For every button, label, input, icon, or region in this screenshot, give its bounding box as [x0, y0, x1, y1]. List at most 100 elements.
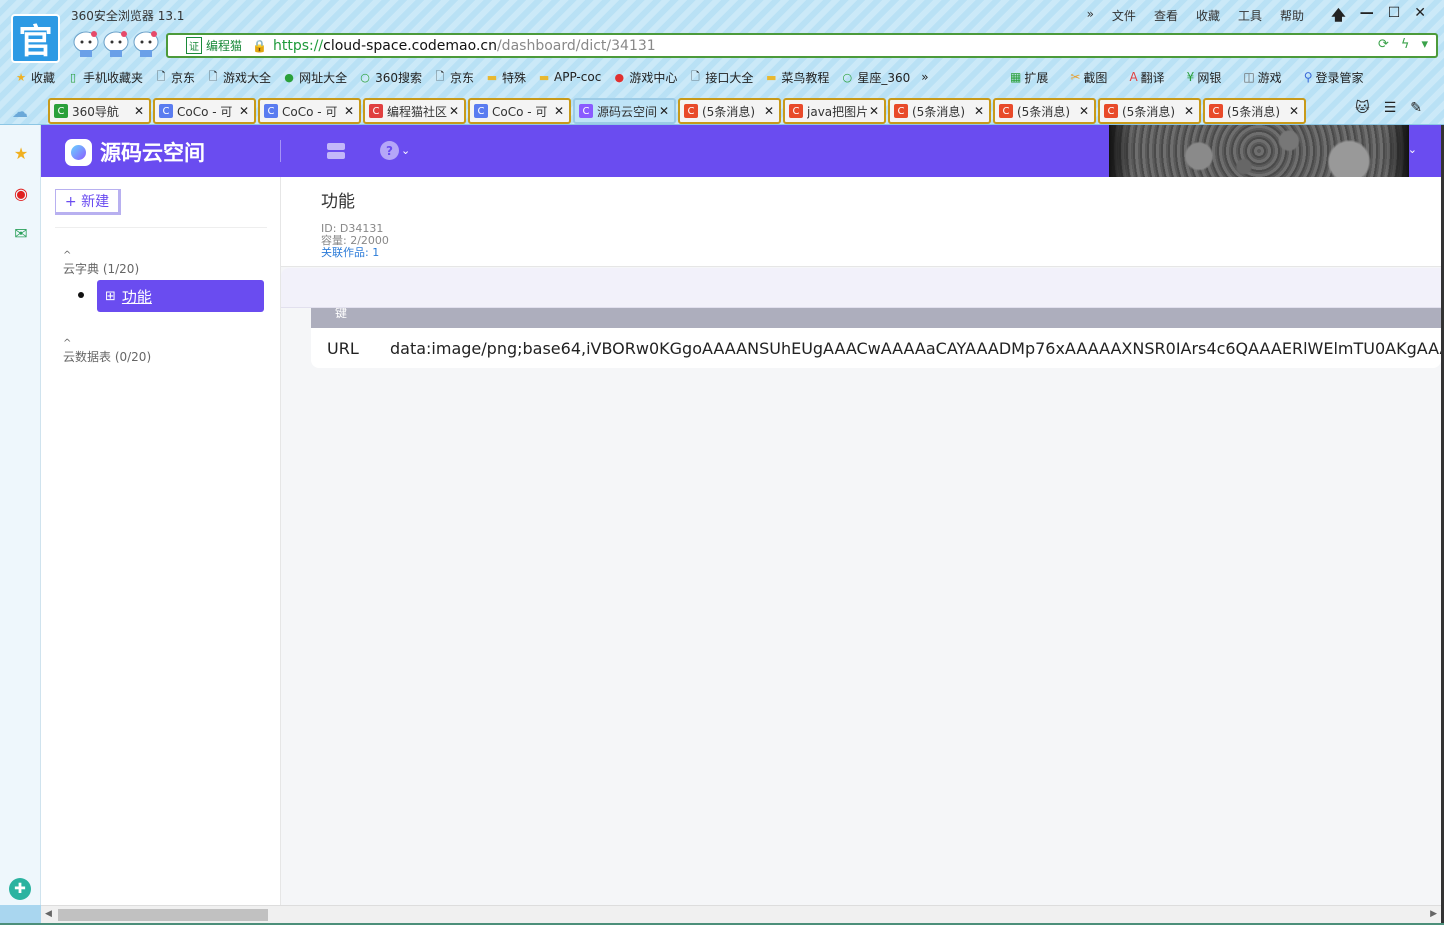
weibo-icon[interactable]: ◉: [11, 183, 31, 203]
tool-login[interactable]: ⚲ 登录管家: [1304, 69, 1364, 86]
phone-icon: ▯: [69, 70, 77, 84]
tool-game[interactable]: ◫ 游戏: [1243, 69, 1281, 86]
tab-8[interactable]: C (5条消息) ✕: [888, 98, 991, 124]
site-identity[interactable]: 证 编程猫: [186, 37, 242, 54]
bookmark-api[interactable]: 🗋 接口大全: [688, 69, 753, 86]
tab-10[interactable]: C (5条消息) ✕: [1098, 98, 1201, 124]
bookmark-360search[interactable]: ○ 360搜索: [358, 69, 422, 86]
menu-file[interactable]: 文件: [1112, 7, 1136, 24]
close-icon[interactable]: ✕: [239, 104, 249, 118]
help-menu[interactable]: ? ⌄: [380, 141, 410, 160]
tool-bank[interactable]: ¥ 网银: [1187, 69, 1222, 86]
bank-icon: ¥: [1186, 70, 1195, 84]
menu-more[interactable]: »: [1087, 7, 1094, 24]
add-sidebar-icon[interactable]: ✚: [9, 878, 31, 900]
tab-label: (5条消息): [1122, 104, 1175, 119]
close-icon[interactable]: ✕: [869, 104, 879, 118]
new-button[interactable]: + 新建: [55, 189, 121, 215]
bookmark-special[interactable]: ▬ 特殊: [485, 69, 526, 86]
tab-5[interactable]: C 源码云空间 ✕: [573, 98, 676, 124]
bookmark-jd[interactable]: 🗋 京东: [154, 69, 195, 86]
tab-11[interactable]: C (5条消息) ✕: [1203, 98, 1306, 124]
bookmark-runoob[interactable]: ▬ 菜鸟教程: [764, 69, 829, 86]
close-icon[interactable]: ✕: [1289, 104, 1299, 118]
horizontal-scrollbar[interactable]: ◀ ▶: [41, 905, 1441, 923]
star-icon[interactable]: ★: [11, 143, 31, 163]
close-button[interactable]: ✕: [1414, 5, 1426, 29]
bookmarks-bar: ★ 收藏 ▯ 手机收藏夹 🗋 京东 🗋 游戏大全 ● 网址大全 ○ 360搜索 🗋 京东 ▬ 特…: [14, 66, 940, 88]
close-icon[interactable]: ✕: [134, 104, 144, 118]
scroll-thumb[interactable]: [58, 909, 268, 921]
address-actions: ⟳ ϟ ▾: [1378, 37, 1428, 52]
divider: [55, 227, 267, 228]
user-menu-chevron-icon[interactable]: ⌄: [1408, 143, 1417, 156]
list-icon[interactable]: ☰: [1384, 100, 1397, 116]
close-icon[interactable]: ✕: [449, 104, 459, 118]
scroll-left-icon[interactable]: ◀: [45, 909, 52, 919]
address-bar[interactable]: 证 编程猫 🔒 https://cloud-space.codemao.cn/d…: [166, 33, 1438, 58]
tab-9[interactable]: C (5条消息) ✕: [993, 98, 1096, 124]
linked-works-link[interactable]: 关联作品: 1: [321, 247, 389, 259]
close-icon[interactable]: ✕: [659, 104, 669, 118]
mail-icon[interactable]: ✉: [11, 223, 31, 243]
pin-icon[interactable]: 🡅: [1331, 5, 1345, 29]
tab-label: CoCo - 可: [282, 104, 338, 119]
close-icon[interactable]: ✕: [974, 104, 984, 118]
menu-tools[interactable]: 工具: [1238, 7, 1262, 24]
brand[interactable]: 源码云空间: [65, 137, 205, 167]
globe-icon: ●: [284, 70, 294, 84]
left-panel: + 新建 ^ 云字典 (1/20) ⊞ 功能 ^ 云数据表 (0/20): [41, 177, 281, 905]
menu-view[interactable]: 查看: [1154, 7, 1178, 24]
edit-icon[interactable]: ✎: [1410, 100, 1422, 116]
url-host: cloud-space.codemao.cn: [323, 37, 497, 54]
tab-4[interactable]: C CoCo - 可 ✕: [468, 98, 571, 124]
section-table[interactable]: ^ 云数据表 (0/20): [63, 339, 151, 365]
menu-favorites[interactable]: 收藏: [1196, 7, 1220, 24]
tab-2[interactable]: C CoCo - 可 ✕: [258, 98, 361, 124]
hello-kitty-icon[interactable]: 🐱: [1355, 100, 1370, 116]
tool-translate[interactable]: A 翻译: [1129, 69, 1164, 86]
bookmark-mobile[interactable]: ▯ 手机收藏夹: [66, 69, 143, 86]
bookmark-app-coco[interactable]: ▬ APP-coc: [537, 70, 602, 84]
bookmark-xingzuo[interactable]: ○ 星座_360: [840, 69, 911, 86]
tab-label: (5条消息): [1227, 104, 1280, 119]
tab-3[interactable]: C 编程猫社区 ✕: [363, 98, 466, 124]
star-icon: ★: [16, 70, 26, 84]
bookmark-hao[interactable]: ● 网址大全: [282, 69, 347, 86]
bookmark-game-center[interactable]: ● 游戏中心: [612, 69, 678, 86]
browser-logo-icon[interactable]: 官: [11, 14, 60, 63]
tab-1[interactable]: C CoCo - 可 ✕: [153, 98, 256, 124]
window-title: 360安全浏览器 13.1: [71, 9, 185, 23]
close-icon[interactable]: ✕: [554, 104, 564, 118]
section-dict[interactable]: ^ 云字典 (1/20): [63, 250, 139, 277]
close-icon[interactable]: ✕: [1184, 104, 1194, 118]
close-icon[interactable]: ✕: [344, 104, 354, 118]
chevron-up-icon: ^: [63, 250, 72, 261]
url-scheme: https://: [272, 37, 324, 54]
bookmark-games[interactable]: 🗋 游戏大全: [206, 69, 271, 86]
bookmark-jd-2[interactable]: 🗋 京东: [433, 69, 474, 86]
cloud-icon[interactable]: ☁: [12, 102, 28, 121]
tab-6[interactable]: C (5条消息) ✕: [678, 98, 781, 124]
refresh-icon[interactable]: ⟳: [1378, 37, 1389, 52]
bookmark-favorites[interactable]: ★ 收藏: [14, 69, 55, 86]
page-icon: 🗋: [156, 69, 166, 83]
menu-help[interactable]: 帮助: [1280, 7, 1304, 24]
minimize-button[interactable]: —: [1360, 5, 1374, 29]
close-icon[interactable]: ✕: [1079, 104, 1089, 118]
table-row[interactable]: URL data:image/png;base64,iVBORw0KGgoAAA…: [311, 328, 1441, 368]
banner-edge: [1109, 125, 1409, 177]
bookmarks-more[interactable]: »: [921, 70, 928, 84]
scroll-right-icon[interactable]: ▶: [1430, 909, 1437, 919]
tab-7[interactable]: Cjava把图片 ✕: [783, 98, 886, 124]
dict-item-selected[interactable]: ⊞ 功能: [97, 280, 264, 312]
tool-screenshot[interactable]: ✂ 截图: [1070, 69, 1107, 86]
close-icon[interactable]: ✕: [764, 104, 774, 118]
speed-mode-icon[interactable]: ϟ: [1401, 37, 1410, 52]
tool-extension[interactable]: ▦ 扩展: [1010, 69, 1048, 86]
tab-0[interactable]: C 360导航 ✕: [48, 98, 151, 124]
tab-favicon-icon: C: [474, 104, 488, 118]
maximize-button[interactable]: ☐: [1388, 5, 1401, 29]
chevron-down-icon[interactable]: ▾: [1421, 37, 1428, 52]
database-icon[interactable]: [326, 141, 346, 161]
